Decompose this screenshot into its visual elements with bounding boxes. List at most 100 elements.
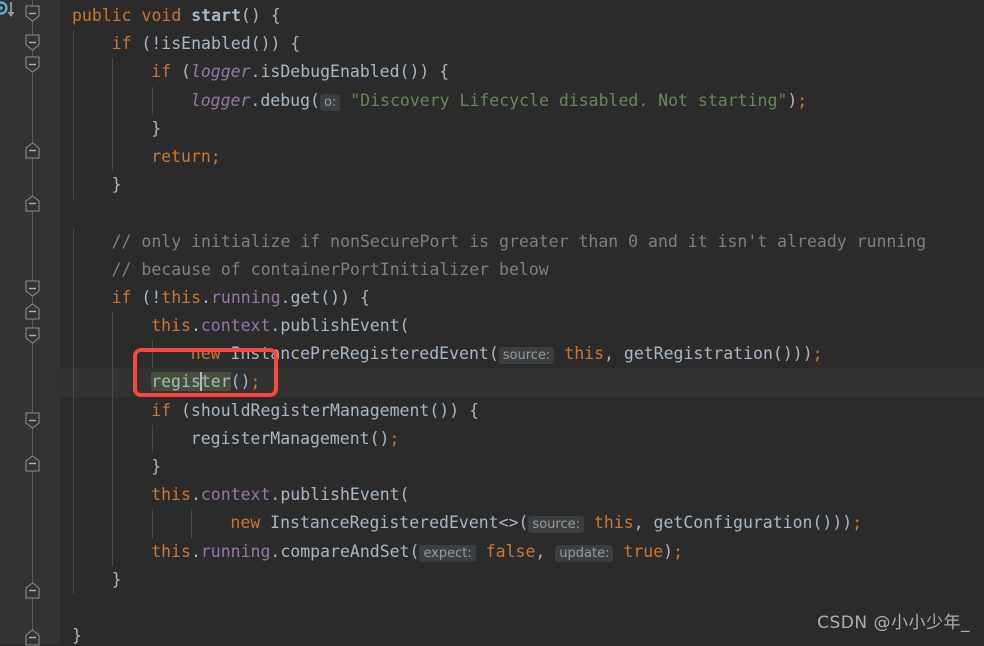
code-lines: public void start() {if (!isEnabled()) {… <box>60 0 984 644</box>
code-line-current[interactable]: register(); <box>60 368 984 397</box>
code-line[interactable]: if (logger.isDebugEnabled()) { <box>60 58 984 87</box>
code-line-text: this.running.compareAndSet(expect: false… <box>72 538 683 568</box>
indent-guide <box>112 58 114 87</box>
indent-guide <box>112 509 114 538</box>
code-line[interactable]: // only initialize if nonSecurePort is g… <box>60 227 984 256</box>
identifier-part: ter <box>200 372 231 392</box>
code-line[interactable]: registerManagement(); <box>60 424 984 453</box>
fold-marker-down[interactable] <box>24 34 41 51</box>
code-line[interactable]: this.running.compareAndSet(expect: false… <box>60 537 984 568</box>
code-token-plain: } <box>151 457 162 476</box>
method-name: start <box>191 6 241 25</box>
fold-marker-down[interactable] <box>24 56 41 73</box>
code-line[interactable]: public void start() { <box>60 2 984 30</box>
code-token-plain: InstancePreRegisteredEvent( <box>220 344 499 364</box>
code-line[interactable]: } <box>60 565 984 594</box>
code-line[interactable]: // because of containerPortInitializer b… <box>60 255 984 284</box>
indent-guide <box>151 509 153 538</box>
code-line[interactable]: return; <box>60 142 984 172</box>
fold-marker-up[interactable] <box>24 303 41 320</box>
code-token-kw: void <box>141 6 192 25</box>
editor-gutter[interactable] <box>0 0 60 646</box>
code-token-kw: this <box>593 513 634 533</box>
code-line[interactable]: logger.debug(o: "Discovery Lifecycle dis… <box>60 86 984 115</box>
code-line-text: } <box>72 566 122 594</box>
code-token-plain: . <box>190 541 201 561</box>
indent-guide <box>72 509 74 538</box>
code-line-text: } <box>72 115 161 143</box>
parameter-hint-badge[interactable]: expect: <box>419 544 476 562</box>
code-token-plain: . <box>190 485 201 505</box>
indent-guide <box>72 312 74 341</box>
indent-guide <box>72 424 74 453</box>
indent-guide <box>112 481 114 510</box>
code-token-semi: ; <box>852 513 863 533</box>
indent-guide <box>112 368 114 397</box>
code-line[interactable] <box>60 199 984 227</box>
code-token-plain: ( <box>171 62 191 82</box>
code-token-field: context <box>200 485 271 505</box>
code-token-plain: } <box>151 118 162 138</box>
code-line[interactable]: } <box>60 114 984 143</box>
code-area[interactable]: public void start() {if (!isEnabled()) {… <box>60 0 984 644</box>
code-line-text: this.context.publishEvent( <box>72 312 409 340</box>
fold-marker-down[interactable] <box>24 280 41 297</box>
code-line[interactable]: if (!isEnabled()) { <box>60 30 984 59</box>
fold-marker-up[interactable] <box>24 142 41 159</box>
code-line[interactable]: } <box>60 453 984 482</box>
code-line[interactable]: } <box>60 171 984 200</box>
indent-guide <box>191 509 193 538</box>
indent-guide <box>72 283 74 313</box>
fold-marker-down[interactable] <box>24 327 41 344</box>
code-token-plain: .debug( <box>250 90 320 110</box>
code-line[interactable]: if (shouldRegisterManagement()) { <box>60 396 984 425</box>
fold-marker-up[interactable] <box>24 195 41 212</box>
highlighted-identifier[interactable]: register <box>151 372 231 392</box>
fold-marker-down[interactable] <box>24 412 41 429</box>
code-token-plain: ) <box>787 90 798 110</box>
code-line[interactable]: new InstanceRegisteredEvent<>(source: th… <box>60 509 984 538</box>
fold-marker-up[interactable] <box>24 455 41 473</box>
code-token-plain: , getRegistration())) <box>604 344 813 364</box>
indent-guide <box>112 142 114 172</box>
code-token-kw: true <box>623 541 664 561</box>
parameter-hint-badge[interactable]: source: <box>528 516 584 534</box>
code-line-text: } <box>72 622 82 644</box>
code-token-kw: this <box>151 541 191 561</box>
code-token-cmt: // because of containerPortInitializer b… <box>111 259 549 279</box>
code-line-text: new InstancePreRegisteredEvent(source: t… <box>72 340 823 370</box>
indent-guide <box>72 171 74 200</box>
indent-guide <box>151 86 153 115</box>
code-line[interactable]: this.context.publishEvent( <box>60 312 984 341</box>
indent-guide <box>72 481 74 510</box>
code-token-kw: public <box>72 6 142 25</box>
indent-guide <box>72 537 74 566</box>
code-line[interactable]: new InstancePreRegisteredEvent(source: t… <box>60 340 984 370</box>
indent-guide <box>72 368 74 397</box>
code-line[interactable]: if (!this.running.get()) { <box>60 283 984 313</box>
parameter-hint-badge[interactable]: o: <box>319 93 341 111</box>
code-token-kw: new <box>230 513 261 533</box>
code-token-plain: } <box>111 175 122 195</box>
indent-guide <box>72 565 74 594</box>
code-token-field-i: logger <box>190 62 251 82</box>
code-line-text: if (logger.isDebugEnabled()) { <box>72 58 449 86</box>
fold-rail <box>32 0 33 644</box>
fold-marker-up[interactable] <box>24 628 41 646</box>
overriding-method-icon[interactable] <box>0 1 19 21</box>
code-token-kw: if <box>151 400 172 420</box>
indent-guide <box>72 255 74 284</box>
code-token-kw: false <box>485 541 536 561</box>
code-line[interactable]: this.context.publishEvent( <box>60 481 984 510</box>
fold-marker-up[interactable] <box>24 582 41 599</box>
code-token-kw: this <box>564 344 605 364</box>
code-token-kw: new <box>190 344 221 364</box>
parameter-hint-badge[interactable]: source: <box>498 347 555 365</box>
parameter-hint-badge[interactable]: update: <box>555 544 614 562</box>
code-line-text: if (!this.running.get()) { <box>72 284 370 312</box>
code-line-text: this.context.publishEvent( <box>72 481 409 509</box>
fold-marker-down[interactable] <box>24 5 41 22</box>
code-token-semi: ; <box>797 90 808 110</box>
